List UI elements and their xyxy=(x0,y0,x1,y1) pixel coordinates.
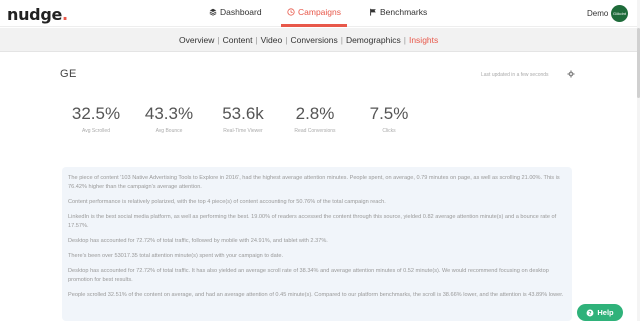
subtab-video[interactable]: Video xyxy=(261,35,283,45)
active-tab-indicator xyxy=(281,24,347,27)
separator: | xyxy=(285,35,288,45)
stat-label: Avg Bounce xyxy=(155,128,183,134)
stat-value: 43.3% xyxy=(144,104,194,123)
page-title: GE xyxy=(60,68,77,80)
help-label: Help xyxy=(597,308,614,317)
help-button[interactable]: ? Help xyxy=(577,304,623,321)
insight-item: Desktop has accounted for 72.72% of tota… xyxy=(68,268,549,283)
flag-icon xyxy=(370,8,376,16)
sub-navbar: Overview | Content | Video | Conversions… xyxy=(0,28,640,52)
stat-value: 53.6k xyxy=(222,104,264,123)
stat-label: Read Conversions xyxy=(294,128,336,134)
stat-label: Real-Time Viewer xyxy=(223,128,263,134)
stat-value: 7.5% xyxy=(369,104,409,123)
insight-item: LinkedIn is the best social media platfo… xyxy=(68,214,557,229)
insight-item: Desktop has accounted for 72.72% of tota… xyxy=(68,238,328,244)
stat-avg-bounce: 43.3% Avg Bounce xyxy=(134,104,204,134)
user-menu[interactable]: Demo xyxy=(587,9,608,18)
stat-value: 32.5% xyxy=(71,104,121,123)
separator: | xyxy=(403,35,406,45)
stat-clicks: 7.5% Clicks xyxy=(354,104,424,134)
last-updated-text: Last updated in a few seconds xyxy=(481,72,549,78)
tab-dashboard[interactable]: Dashboard xyxy=(209,7,262,17)
insight-item: There's been over 53017.35 total attenti… xyxy=(68,253,284,259)
tab-benchmarks[interactable]: Benchmarks xyxy=(369,7,427,17)
stat-label: Avg Scrolled xyxy=(82,128,110,134)
tab-campaigns[interactable]: Campaigns xyxy=(287,7,341,17)
subtab-conversions[interactable]: Conversions xyxy=(290,35,337,45)
question-icon: ? xyxy=(586,309,594,317)
subtab-demographics[interactable]: Demographics xyxy=(346,35,401,45)
stat-value: 2.8% xyxy=(295,104,335,123)
stat-avg-scrolled: 32.5% Avg Scrolled xyxy=(61,104,131,134)
stat-label: Clicks xyxy=(382,128,396,134)
clock-icon xyxy=(287,8,295,16)
subtab-insights[interactable]: Insights xyxy=(409,35,438,45)
gear-icon[interactable] xyxy=(567,70,575,78)
nudge-logo[interactable]: nudge. xyxy=(7,5,68,24)
svg-text:?: ? xyxy=(589,311,592,317)
layers-icon xyxy=(209,8,217,16)
separator: | xyxy=(217,35,220,45)
stat-real-time-viewer: 53.6k Real-Time Viewer xyxy=(208,104,278,134)
insight-item: Content performance is relatively polari… xyxy=(68,199,386,205)
subtab-overview[interactable]: Overview xyxy=(179,35,214,45)
separator: | xyxy=(340,35,343,45)
subtab-content[interactable]: Content xyxy=(223,35,253,45)
insight-item: The piece of content '103 Native Adverti… xyxy=(68,175,560,190)
tab-benchmarks-label: Benchmarks xyxy=(380,7,428,17)
top-navbar: nudge. Dashboard Campaigns Benchmarks De… xyxy=(0,0,640,27)
tab-dashboard-label: Dashboard xyxy=(220,7,262,17)
tab-campaigns-label: Campaigns xyxy=(298,7,341,17)
avatar[interactable]: Gökdnt xyxy=(611,5,628,22)
insight-item: People scrolled 32.51% of the content on… xyxy=(68,292,564,298)
stat-read-conversions: 2.8% Read Conversions xyxy=(280,104,350,134)
separator: | xyxy=(255,35,258,45)
insights-panel: The piece of content '103 Native Adverti… xyxy=(62,167,572,321)
